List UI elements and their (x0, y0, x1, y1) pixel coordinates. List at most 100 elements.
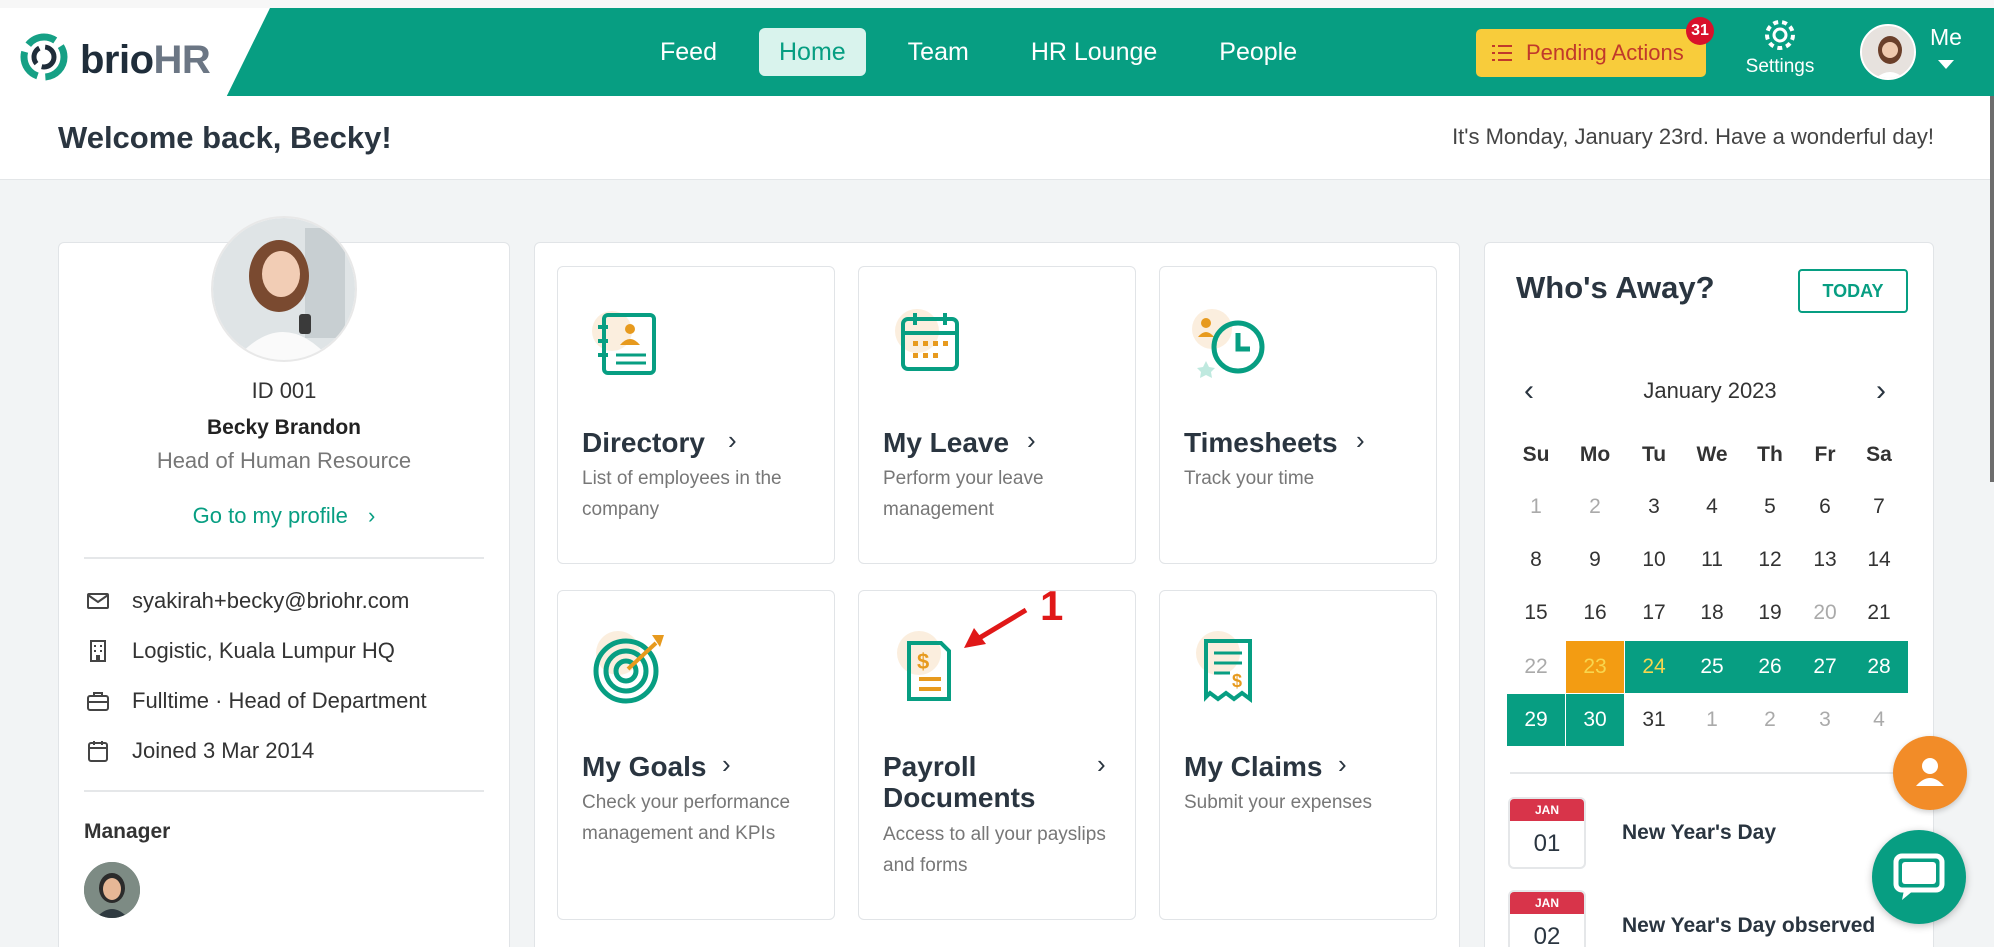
tile-directory[interactable]: Directory › List of employees in the com… (557, 266, 835, 564)
employee-id: ID 001 (251, 378, 317, 403)
calendar-day-away[interactable]: 29 (1507, 694, 1565, 746)
chat-button[interactable] (1872, 830, 1966, 924)
calendar-day[interactable]: 2 (1566, 481, 1624, 533)
pending-count-badge: 31 (1686, 17, 1714, 45)
calendar-day[interactable]: 10 (1625, 534, 1683, 586)
calendar-day[interactable]: 15 (1507, 587, 1565, 639)
tile-title: My Leave (883, 427, 1010, 458)
pending-actions-button[interactable]: Pending Actions 31 (1476, 17, 1714, 77)
main-nav: Feed Home Team HR Lounge People (640, 28, 1317, 76)
calendar-icon (88, 741, 108, 762)
calendar-day[interactable]: 22 (1507, 641, 1565, 693)
manager-label: Manager (84, 820, 171, 843)
prev-month-icon[interactable]: ‹ (1524, 374, 1534, 408)
calendar-day[interactable]: 3 (1796, 694, 1854, 746)
calendar-day[interactable]: 8 (1507, 534, 1565, 586)
mail-icon (87, 593, 109, 609)
tile-my-leave[interactable]: My Leave › Perform your leave management (858, 266, 1136, 564)
calendar-day-away[interactable]: 27 (1796, 641, 1854, 693)
calendar-day[interactable]: 4 (1683, 481, 1741, 533)
email-value: syakirah+becky@briohr.com (132, 588, 410, 613)
weekday-label: Fr (1814, 443, 1836, 466)
calendar-day-away[interactable]: 25 (1683, 641, 1741, 693)
manager-divider (84, 790, 484, 792)
gear-icon (1765, 20, 1795, 50)
clock-icon (1192, 309, 1265, 378)
calendar-day[interactable]: 6 (1796, 481, 1854, 533)
directory-icon (592, 311, 656, 375)
list-icon (1492, 45, 1512, 61)
calendar-day[interactable]: 5 (1741, 481, 1799, 533)
briefcase-icon (87, 692, 109, 711)
date-greeting: It's Monday, January 23rd. Have a wonder… (1452, 124, 1934, 149)
tile-my-claims[interactable]: $ My Claims › Submit your expenses (1159, 590, 1437, 920)
holiday-date-badge: JAN 02 (1508, 890, 1586, 947)
nav-feed[interactable]: Feed (640, 28, 737, 76)
nav-team[interactable]: Team (888, 28, 989, 76)
tile-title: Directory (582, 427, 705, 458)
scrollbar[interactable] (1990, 96, 1994, 482)
brand-name: brioHR (80, 38, 211, 82)
nav-hr-lounge[interactable]: HR Lounge (1011, 28, 1177, 76)
me-menu[interactable]: Me (1930, 24, 1962, 51)
payroll-document-icon: $ (897, 631, 951, 701)
chevron-right-icon: › (728, 425, 737, 455)
away-divider (1510, 772, 1910, 774)
calendar-day[interactable]: 1 (1507, 481, 1565, 533)
calendar-day-away[interactable]: 24 (1625, 641, 1683, 693)
tile-my-goals[interactable]: My Goals › Check your performance manage… (557, 590, 835, 920)
svg-text:$: $ (1232, 671, 1242, 691)
today-button[interactable]: TODAY (1798, 269, 1908, 313)
tile-title: Timesheets (1184, 427, 1338, 458)
manager-avatar[interactable] (84, 862, 140, 918)
nav-home[interactable]: Home (758, 28, 866, 76)
joined-value: Joined 3 Mar 2014 (132, 738, 315, 763)
calendar-day[interactable]: 14 (1850, 534, 1908, 586)
calendar-day[interactable]: 17 (1625, 587, 1683, 639)
tile-description: Check your performance management and KP… (582, 792, 791, 844)
go-to-profile-link[interactable]: Go to my profile › (58, 503, 510, 529)
calendar-day-away[interactable]: 28 (1850, 641, 1908, 693)
employee-name: Becky Brandon (206, 416, 362, 439)
calendar-day[interactable]: 2 (1741, 694, 1799, 746)
nav-people[interactable]: People (1199, 28, 1317, 76)
target-icon (593, 631, 664, 704)
caret-down-icon[interactable] (1938, 60, 1954, 69)
calendar-day-today[interactable]: 23 (1566, 641, 1624, 693)
tile-timesheets[interactable]: Timesheets › Track your time (1159, 266, 1437, 564)
whos-away-title: Who's Away? (1516, 270, 1715, 305)
calendar-day[interactable]: 3 (1625, 481, 1683, 533)
chat-icon (1893, 853, 1945, 900)
chevron-right-icon: › (1097, 749, 1106, 779)
tile-title: My Claims (1184, 751, 1323, 782)
user-avatar[interactable] (1860, 24, 1916, 80)
calendar-day-away[interactable]: 26 (1741, 641, 1799, 693)
calendar-day[interactable]: 11 (1683, 534, 1741, 586)
chevron-right-icon: › (368, 503, 376, 528)
logo[interactable]: brioHR (0, 8, 270, 96)
calendar-day[interactable]: 12 (1741, 534, 1799, 586)
calendar-day-away[interactable]: 30 (1566, 694, 1624, 746)
brand-logo-icon (20, 33, 68, 81)
calendar-day[interactable]: 21 (1850, 587, 1908, 639)
calendar-day[interactable]: 13 (1796, 534, 1854, 586)
location-value: Logistic, Kuala Lumpur HQ (132, 638, 395, 663)
calendar-day[interactable]: 7 (1850, 481, 1908, 533)
weekday-label: Th (1757, 443, 1783, 466)
next-month-icon[interactable]: › (1876, 374, 1886, 408)
receipt-icon: $ (1196, 631, 1252, 703)
weekday-label: We (1696, 443, 1728, 466)
calendar-day[interactable]: 20 (1796, 587, 1854, 639)
calendar-day[interactable]: 1 (1683, 694, 1741, 746)
settings-button[interactable]: Settings (1742, 18, 1818, 78)
profile-divider (84, 557, 484, 559)
welcome-title: Welcome back, Becky! (58, 120, 392, 155)
holiday-name: New Year's Day (1622, 821, 1777, 844)
calendar-day[interactable]: 16 (1566, 587, 1624, 639)
calendar-day[interactable]: 19 (1741, 587, 1799, 639)
calendar-day[interactable]: 9 (1566, 534, 1624, 586)
user-fab-button[interactable] (1893, 736, 1967, 810)
calendar-day[interactable]: 31 (1625, 694, 1683, 746)
tile-title: Payroll Documents (883, 751, 1036, 813)
calendar-day[interactable]: 18 (1683, 587, 1741, 639)
